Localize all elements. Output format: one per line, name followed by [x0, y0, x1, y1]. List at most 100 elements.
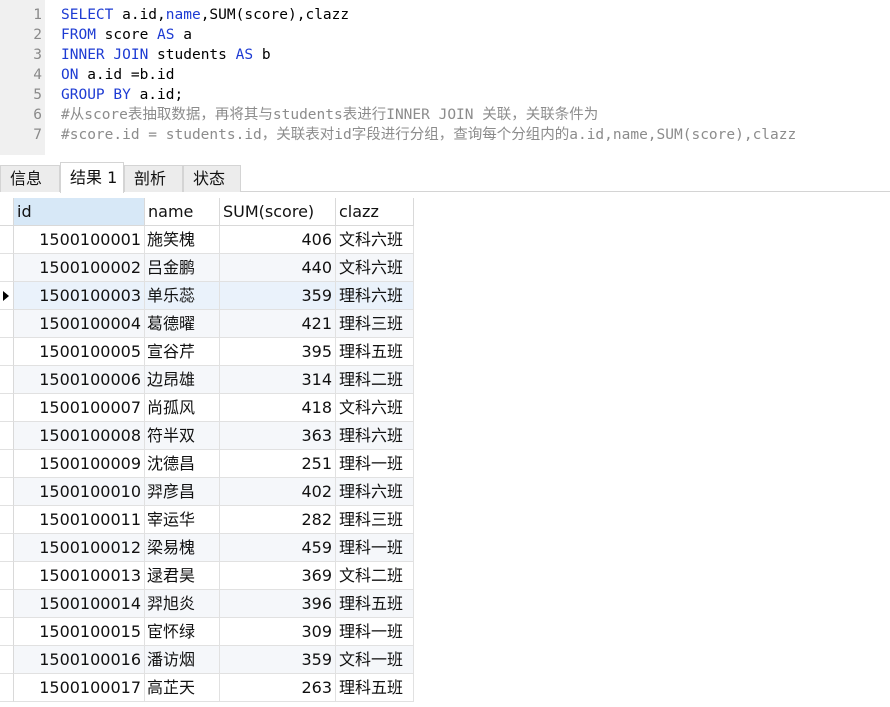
code-line[interactable]: 3 INNER JOIN students AS b: [0, 45, 890, 65]
row-indicator[interactable]: [0, 478, 14, 506]
name-cell[interactable]: 宣谷芹: [145, 338, 220, 366]
row-indicator[interactable]: [0, 226, 14, 254]
id-cell[interactable]: 1500100015: [14, 618, 145, 646]
table-row[interactable]: 1500100015 宦怀绿 309 理科一班: [0, 618, 414, 646]
id-cell[interactable]: 1500100006: [14, 366, 145, 394]
row-indicator[interactable]: [0, 506, 14, 534]
row-indicator[interactable]: [0, 562, 14, 590]
table-row[interactable]: 1500100003 单乐蕊 359 理科六班: [0, 282, 414, 310]
clazz-cell[interactable]: 文科一班: [336, 646, 414, 674]
table-row[interactable]: 1500100008 符半双 363 理科六班: [0, 422, 414, 450]
row-indicator[interactable]: [0, 282, 14, 310]
table-row[interactable]: 1500100010 羿彦昌 402 理科六班: [0, 478, 414, 506]
row-indicator[interactable]: [0, 534, 14, 562]
sum-score-cell[interactable]: 314: [220, 366, 336, 394]
name-cell[interactable]: 吕金鹏: [145, 254, 220, 282]
table-row[interactable]: 1500100017 高芷天 263 理科五班: [0, 674, 414, 702]
clazz-cell[interactable]: 文科六班: [336, 254, 414, 282]
sql-editor[interactable]: 1 SELECT a.id,name,SUM(score),clazz 2 FROM …: [0, 0, 890, 155]
result-grid[interactable]: id name SUM(score) clazz 1500100001 施笑槐 406 文科…: [0, 198, 890, 707]
id-cell[interactable]: 1500100004: [14, 310, 145, 338]
sum-score-cell[interactable]: 418: [220, 394, 336, 422]
sum-score-cell[interactable]: 402: [220, 478, 336, 506]
clazz-column-header[interactable]: clazz: [336, 198, 414, 226]
name-cell[interactable]: 沈德昌: [145, 450, 220, 478]
table-row[interactable]: 1500100012 梁易槐 459 理科一班: [0, 534, 414, 562]
sum-score-cell[interactable]: 440: [220, 254, 336, 282]
table-row[interactable]: 1500100007 尚孤风 418 文科六班: [0, 394, 414, 422]
sum-score-cell[interactable]: 369: [220, 562, 336, 590]
clazz-cell[interactable]: 理科一班: [336, 534, 414, 562]
clazz-cell[interactable]: 理科五班: [336, 338, 414, 366]
table-row[interactable]: 1500100002 吕金鹏 440 文科六班: [0, 254, 414, 282]
id-cell[interactable]: 1500100012: [14, 534, 145, 562]
id-cell[interactable]: 1500100011: [14, 506, 145, 534]
name-cell[interactable]: 宰运华: [145, 506, 220, 534]
clazz-cell[interactable]: 理科六班: [336, 478, 414, 506]
id-cell[interactable]: 1500100005: [14, 338, 145, 366]
code-line[interactable]: 5 GROUP BY a.id;: [0, 85, 890, 105]
name-cell[interactable]: 施笑槐: [145, 226, 220, 254]
name-cell[interactable]: 尚孤风: [145, 394, 220, 422]
sum-score-cell[interactable]: 251: [220, 450, 336, 478]
name-cell[interactable]: 梁易槐: [145, 534, 220, 562]
clazz-cell[interactable]: 理科六班: [336, 422, 414, 450]
name-column-header[interactable]: name: [145, 198, 220, 226]
table-row[interactable]: 1500100014 羿旭炎 396 理科五班: [0, 590, 414, 618]
code-line[interactable]: 6 #从score表抽取数据，再将其与students表进行INNER JOIN …: [0, 105, 890, 125]
code-line[interactable]: 2 FROM score AS a: [0, 25, 890, 45]
row-indicator[interactable]: [0, 590, 14, 618]
name-cell[interactable]: 宦怀绿: [145, 618, 220, 646]
clazz-cell[interactable]: 文科六班: [336, 394, 414, 422]
id-cell[interactable]: 1500100002: [14, 254, 145, 282]
sum-score-cell[interactable]: 406: [220, 226, 336, 254]
table-row[interactable]: 1500100004 葛德曜 421 理科三班: [0, 310, 414, 338]
row-indicator[interactable]: [0, 394, 14, 422]
table-row[interactable]: 1500100001 施笑槐 406 文科六班: [0, 226, 414, 254]
code-line[interactable]: 7 #score.id = students.id，关联表对id字段进行分组，查询…: [0, 125, 890, 145]
sum-score-cell[interactable]: 421: [220, 310, 336, 338]
table-row[interactable]: 1500100016 潘访烟 359 文科一班: [0, 646, 414, 674]
name-cell[interactable]: 符半双: [145, 422, 220, 450]
clazz-cell[interactable]: 理科六班: [336, 282, 414, 310]
id-cell[interactable]: 1500100007: [14, 394, 145, 422]
name-cell[interactable]: 高芷天: [145, 674, 220, 702]
clazz-cell[interactable]: 理科五班: [336, 590, 414, 618]
tab-profile[interactable]: 剖析: [124, 165, 183, 192]
row-indicator[interactable]: [0, 422, 14, 450]
row-indicator[interactable]: [0, 646, 14, 674]
row-indicator[interactable]: [0, 366, 14, 394]
id-cell[interactable]: 1500100010: [14, 478, 145, 506]
sum-score-cell[interactable]: 396: [220, 590, 336, 618]
row-indicator[interactable]: [0, 450, 14, 478]
clazz-cell[interactable]: 理科五班: [336, 674, 414, 702]
table-row[interactable]: 1500100006 边昂雄 314 理科二班: [0, 366, 414, 394]
sum-score-column-header[interactable]: SUM(score): [220, 198, 336, 226]
clazz-cell[interactable]: 理科一班: [336, 450, 414, 478]
id-cell[interactable]: 1500100008: [14, 422, 145, 450]
row-indicator[interactable]: [0, 618, 14, 646]
id-cell[interactable]: 1500100003: [14, 282, 145, 310]
id-cell[interactable]: 1500100013: [14, 562, 145, 590]
code-line[interactable]: 1 SELECT a.id,name,SUM(score),clazz: [0, 5, 890, 25]
table-row[interactable]: 1500100011 宰运华 282 理科三班: [0, 506, 414, 534]
code-line[interactable]: 4 ON a.id =b.id: [0, 65, 890, 85]
name-cell[interactable]: 葛德曜: [145, 310, 220, 338]
name-cell[interactable]: 潘访烟: [145, 646, 220, 674]
name-cell[interactable]: 羿旭炎: [145, 590, 220, 618]
sum-score-cell[interactable]: 395: [220, 338, 336, 366]
clazz-cell[interactable]: 理科一班: [336, 618, 414, 646]
row-indicator[interactable]: [0, 338, 14, 366]
tab-result-1[interactable]: 结果 1: [60, 162, 124, 193]
id-cell[interactable]: 1500100009: [14, 450, 145, 478]
sum-score-cell[interactable]: 459: [220, 534, 336, 562]
id-column-header[interactable]: id: [14, 198, 145, 226]
clazz-cell[interactable]: 理科二班: [336, 366, 414, 394]
tab-status[interactable]: 状态: [183, 165, 241, 192]
table-row[interactable]: 1500100005 宣谷芹 395 理科五班: [0, 338, 414, 366]
clazz-cell[interactable]: 文科六班: [336, 226, 414, 254]
row-indicator[interactable]: [0, 254, 14, 282]
sum-score-cell[interactable]: 263: [220, 674, 336, 702]
sum-score-cell[interactable]: 282: [220, 506, 336, 534]
row-indicator[interactable]: [0, 674, 14, 702]
